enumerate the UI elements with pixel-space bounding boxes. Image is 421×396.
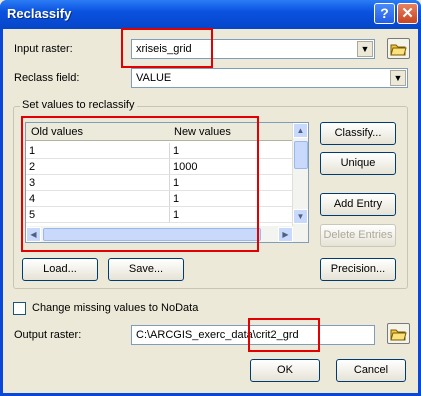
cancel-button[interactable]: Cancel <box>336 359 406 382</box>
open-folder-icon <box>390 44 407 56</box>
help-button[interactable]: ? <box>374 3 395 24</box>
close-button[interactable]: ✕ <box>397 3 418 24</box>
reclass-field-combo[interactable]: VALUE ▼ <box>131 68 408 88</box>
ok-button[interactable]: OK <box>250 359 320 382</box>
load-button[interactable]: Load... <box>22 258 98 281</box>
close-icon: ✕ <box>401 5 414 22</box>
unique-button[interactable]: Unique <box>320 152 396 175</box>
delete-entries-button[interactable]: Delete Entries <box>320 224 396 247</box>
open-folder-icon <box>390 329 407 341</box>
scroll-right-icon[interactable]: ▶ <box>278 227 293 242</box>
nodata-label: Change missing values to NoData <box>32 302 199 314</box>
classify-button[interactable]: Classify... <box>320 122 396 145</box>
save-button[interactable]: Save... <box>108 258 184 281</box>
precision-button[interactable]: Precision... <box>320 258 396 281</box>
title-bar: Reclassify ? ✕ <box>0 0 421 29</box>
output-raster-label: Output raster: <box>14 329 82 341</box>
annotation-highlight <box>121 28 213 68</box>
chevron-down-icon[interactable]: ▼ <box>357 41 373 57</box>
reclass-field-value: VALUE <box>136 72 172 84</box>
vertical-scrollbar[interactable]: ▲ ▼ <box>292 123 308 226</box>
set-values-group-title: Set values to reclassify <box>20 99 137 111</box>
browse-input-button[interactable] <box>387 38 410 59</box>
add-entry-button[interactable]: Add Entry <box>320 193 396 216</box>
annotation-highlight <box>21 116 259 252</box>
vertical-scroll-thumb[interactable] <box>294 141 308 169</box>
input-raster-label: Input raster: <box>14 43 73 55</box>
browse-output-button[interactable] <box>387 323 410 344</box>
chevron-down-icon[interactable]: ▼ <box>390 70 406 86</box>
reclass-field-label: Reclass field: <box>14 72 80 84</box>
help-icon: ? <box>380 5 389 21</box>
annotation-highlight <box>248 318 320 352</box>
scroll-down-icon[interactable]: ▼ <box>293 209 308 224</box>
dialog-title: Reclassify <box>7 6 72 21</box>
scroll-up-icon[interactable]: ▲ <box>293 123 308 138</box>
nodata-checkbox[interactable] <box>13 302 26 315</box>
